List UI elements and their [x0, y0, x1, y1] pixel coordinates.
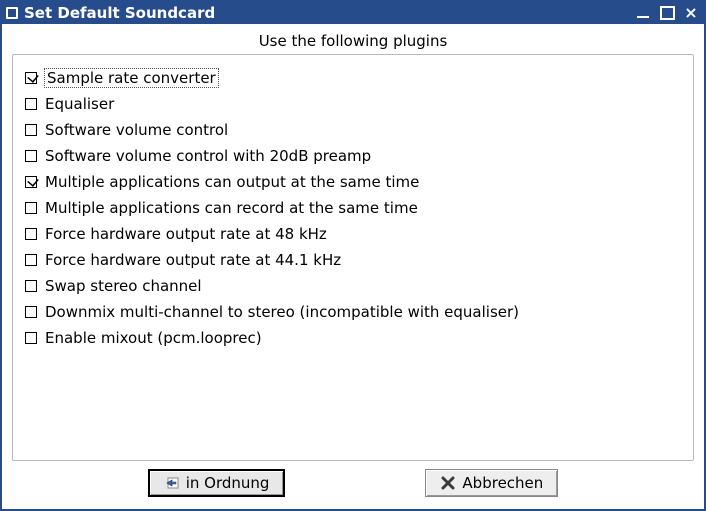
- plugin-checkbox[interactable]: [25, 150, 37, 162]
- ok-button-label: in Ordnung: [186, 474, 270, 492]
- plugin-checkbox[interactable]: [25, 72, 37, 84]
- plugin-label: Enable mixout (pcm.looprec): [45, 329, 262, 347]
- plugin-row[interactable]: Software volume control with 20dB preamp: [25, 143, 681, 169]
- plugin-checkbox[interactable]: [25, 280, 37, 292]
- plugin-row[interactable]: Force hardware output rate at 44.1 kHz: [25, 247, 681, 273]
- plugin-row[interactable]: Force hardware output rate at 48 kHz: [25, 221, 681, 247]
- plugin-label: Force hardware output rate at 44.1 kHz: [45, 251, 341, 269]
- plugin-label: Multiple applications can output at the …: [45, 173, 419, 191]
- ok-arrow-icon: [164, 475, 180, 491]
- plugin-list: Sample rate converter Equaliser Software v…: [12, 54, 694, 461]
- page-title: Use the following plugins: [12, 30, 694, 54]
- window: Set Default Soundcard Use the following …: [0, 0, 706, 511]
- close-button[interactable]: [682, 5, 700, 21]
- plugin-checkbox[interactable]: [25, 98, 37, 110]
- window-title: Set Default Soundcard: [24, 4, 215, 22]
- minimize-button[interactable]: [634, 5, 652, 21]
- titlebar[interactable]: Set Default Soundcard: [2, 2, 704, 24]
- plugin-label: Software volume control with 20dB preamp: [45, 147, 371, 165]
- ok-button[interactable]: in Ordnung: [148, 469, 286, 497]
- plugin-checkbox[interactable]: [25, 202, 37, 214]
- cancel-button-label: Abbrechen: [462, 474, 543, 492]
- plugin-label: Sample rate converter: [45, 69, 218, 87]
- plugin-checkbox[interactable]: [25, 228, 37, 240]
- cancel-button[interactable]: Abbrechen: [425, 469, 558, 497]
- cancel-x-icon: [440, 475, 456, 491]
- plugin-row[interactable]: Multiple applications can output at the …: [25, 169, 681, 195]
- plugin-label: Swap stereo channel: [45, 277, 202, 295]
- system-menu-icon[interactable]: [6, 7, 18, 19]
- plugin-row[interactable]: Downmix multi-channel to stereo (incompa…: [25, 299, 681, 325]
- plugin-checkbox[interactable]: [25, 254, 37, 266]
- plugin-label: Downmix multi-channel to stereo (incompa…: [45, 303, 519, 321]
- plugin-row[interactable]: Enable mixout (pcm.looprec): [25, 325, 681, 351]
- button-bar: in Ordnung Abbrechen: [12, 461, 694, 501]
- plugin-checkbox[interactable]: [25, 176, 37, 188]
- plugin-row[interactable]: Swap stereo channel: [25, 273, 681, 299]
- plugin-row[interactable]: Software volume control: [25, 117, 681, 143]
- maximize-button[interactable]: [658, 5, 676, 21]
- plugin-label: Equaliser: [45, 95, 114, 113]
- plugin-row[interactable]: Multiple applications can record at the …: [25, 195, 681, 221]
- plugin-row[interactable]: Equaliser: [25, 91, 681, 117]
- plugin-label: Force hardware output rate at 48 kHz: [45, 225, 327, 243]
- plugin-label: Multiple applications can record at the …: [45, 199, 418, 217]
- plugin-label: Software volume control: [45, 121, 228, 139]
- plugin-checkbox[interactable]: [25, 332, 37, 344]
- content-area: Use the following plugins Sample rate co…: [2, 24, 704, 509]
- window-controls: [634, 5, 700, 21]
- plugin-checkbox[interactable]: [25, 306, 37, 318]
- plugin-checkbox[interactable]: [25, 124, 37, 136]
- plugin-row[interactable]: Sample rate converter: [25, 65, 681, 91]
